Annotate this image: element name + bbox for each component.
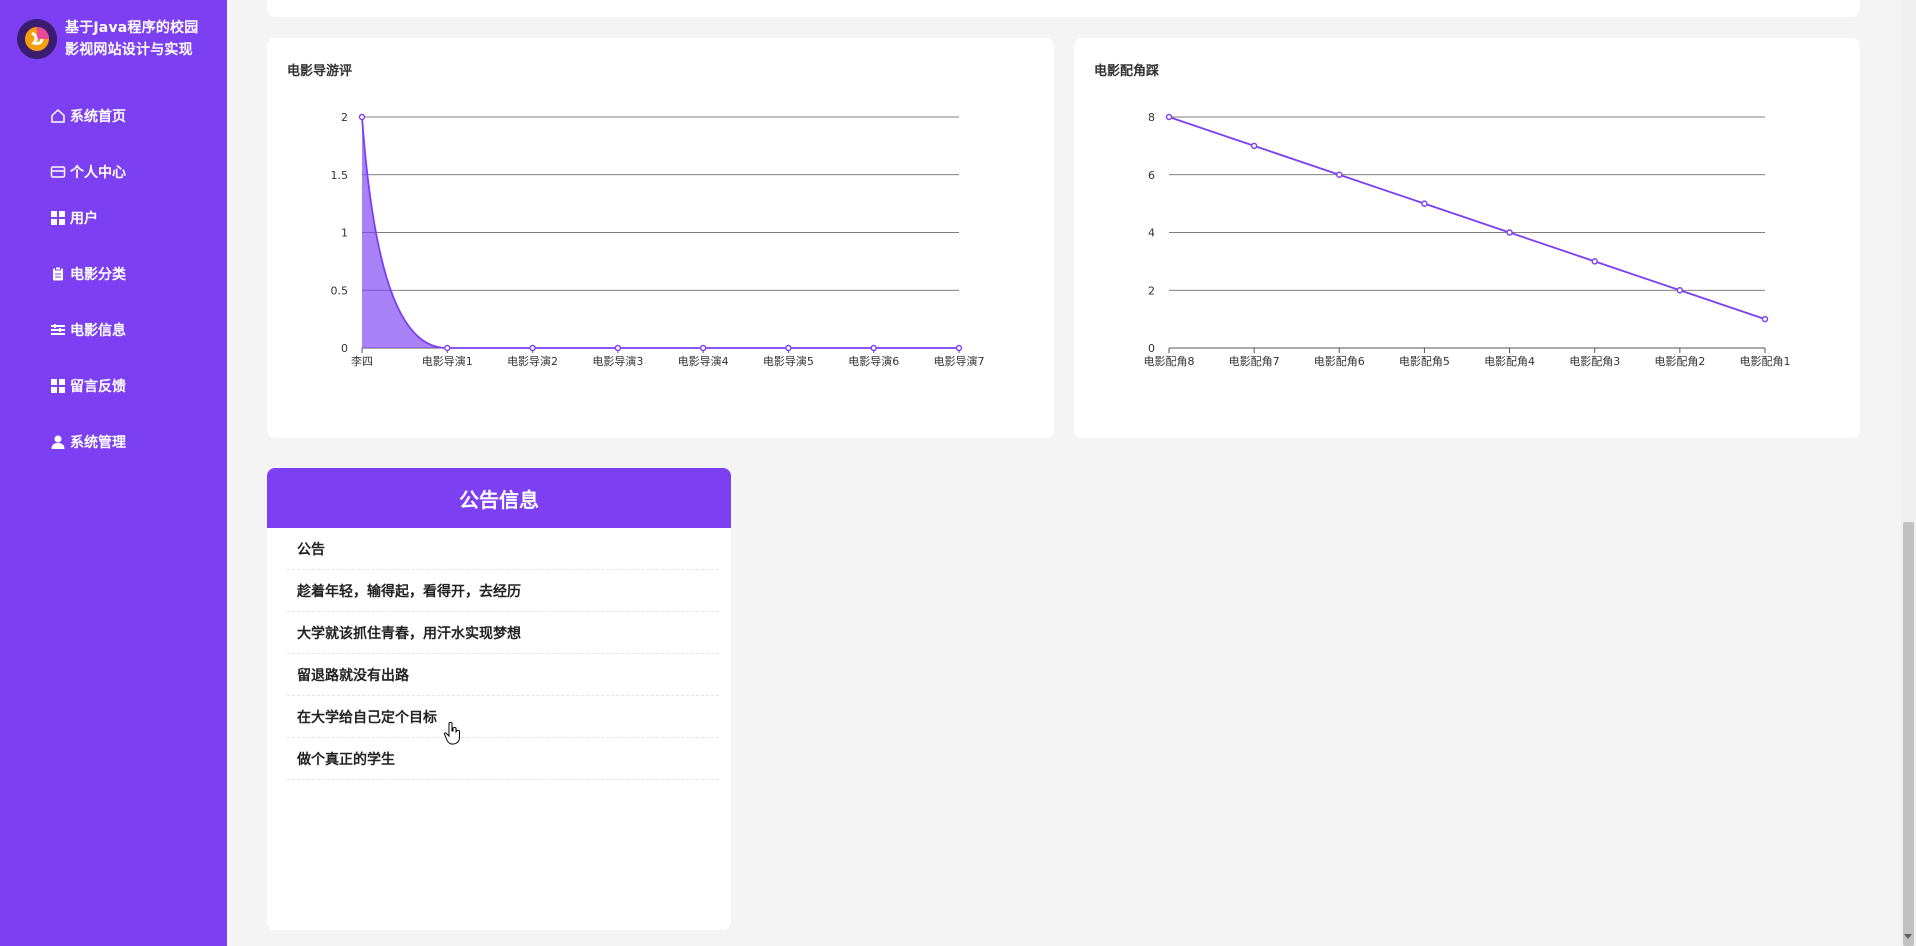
data-point	[955, 344, 963, 352]
logo-icon	[17, 19, 57, 59]
data-point	[1506, 229, 1513, 236]
app-title: 基于Java程序的校园 影视网站设计与实现	[65, 17, 215, 61]
sidebar-item-label: 用户	[70, 211, 98, 227]
x-tick-label: 电影导演2	[507, 354, 558, 368]
notice-item[interactable]: 公告	[287, 528, 719, 570]
data-point	[1250, 142, 1258, 150]
data-point	[1761, 315, 1769, 323]
x-tick-label: 电影导演7	[934, 354, 985, 368]
brand[interactable]: 基于Java程序的校园 影视网站设计与实现	[17, 17, 215, 61]
x-tick-label: 电影配角7	[1229, 355, 1280, 368]
sidebar-item-users[interactable]: 用户	[50, 206, 98, 230]
data-point	[444, 344, 451, 352]
y-tick-label: 1.5	[331, 169, 349, 182]
y-tick-label: 8	[1148, 111, 1155, 124]
x-tick-label: 电影配角6	[1314, 355, 1365, 368]
x-tick-label: 电影配角5	[1399, 355, 1450, 368]
data-point	[1336, 171, 1343, 178]
data-point	[699, 344, 707, 352]
sidebar-item-label: 系统管理	[70, 435, 126, 451]
chart-card-supporting-actor: 电影配角踩 0 2 4 6 8 电影配角8 电影配角7 电影配角6 电影配角5 电影配角4 电影配角…	[1074, 38, 1860, 438]
y-tick-label: 2	[1148, 284, 1155, 297]
data-point	[529, 344, 536, 352]
grid-icon	[50, 210, 66, 226]
app-title-line2: 影视网站设计与实现	[65, 42, 193, 58]
sidebar: 基于Java程序的校园 影视网站设计与实现 系统首页 个人中心 用户 电影分类 …	[0, 0, 227, 946]
sidebar-item-label: 电影分类	[70, 267, 126, 283]
sidebar-item-label: 电影信息	[70, 323, 126, 339]
y-tick-label: 0	[1148, 342, 1155, 355]
notice-card: 公告信息 公告 趁着年轻，输得起，看得开，去经历 大学就该抓住青春，用汗水实现梦…	[267, 468, 731, 930]
series-line	[1168, 116, 1766, 320]
area-chart: 0 0.5 1 1.5 2 李四 电影导演1 电影导演2 电影导演3 电影导演4 电影导演5 电影导演…	[331, 111, 985, 368]
y-tick-label: 0.5	[331, 284, 349, 297]
grid-icon	[50, 378, 66, 394]
x-tick-label: 电影导演1	[422, 354, 473, 368]
sidebar-item-label: 系统首页	[70, 109, 126, 125]
data-point	[358, 113, 366, 121]
sidebar-item-label: 留言反馈	[70, 379, 126, 395]
notice-header: 公告信息	[267, 468, 731, 528]
y-tick-label: 4	[1148, 227, 1155, 240]
data-point	[614, 344, 622, 352]
y-tick-label: 1	[341, 227, 348, 240]
sidebar-item-profile[interactable]: 个人中心	[50, 160, 126, 184]
user-icon	[50, 434, 66, 450]
x-tick-label: 电影配角3	[1569, 355, 1620, 368]
x-tick-label: 李四	[351, 354, 373, 368]
x-tick-label: 电影导演5	[763, 354, 814, 368]
y-tick-label: 0	[341, 342, 348, 355]
data-point	[785, 344, 792, 352]
hand-cursor-icon	[443, 722, 460, 745]
notice-item[interactable]: 趁着年轻，输得起，看得开，去经历	[287, 570, 719, 612]
x-tick-label: 电影配角8	[1144, 355, 1195, 368]
notice-item[interactable]: 大学就该抓住青春，用汗水实现梦想	[287, 612, 719, 654]
chart-card-director: 电影导游评 0 0.5 1 1.5 2 李四 电影导演1 电影导演2 电影导演3 电影导演4 电影导…	[267, 38, 1054, 438]
sidebar-item-feedback[interactable]: 留言反馈	[50, 374, 126, 398]
scrollbar-thumb[interactable]	[1903, 522, 1914, 946]
line-chart: 0 2 4 6 8 电影配角8 电影配角7 电影配角6 电影配角5 电影配角4 电影配角3 电影配角2…	[1144, 111, 1791, 368]
card-icon	[50, 164, 66, 180]
data-point	[870, 344, 877, 352]
sidebar-item-system-admin[interactable]: 系统管理	[50, 430, 126, 454]
data-point	[1165, 113, 1173, 121]
list-icon	[50, 322, 66, 338]
data-point	[1676, 287, 1684, 294]
sidebar-item-movie-info[interactable]: 电影信息	[50, 318, 126, 342]
x-tick-label: 电影导演6	[848, 354, 899, 368]
sidebar-item-movie-category[interactable]: 电影分类	[50, 262, 126, 286]
x-tick-label: 电影导演4	[678, 354, 729, 368]
scroll-down-arrow-icon[interactable]	[1904, 934, 1912, 939]
data-point	[1591, 258, 1598, 265]
x-tick-label: 电影导演3	[592, 354, 643, 368]
app-title-line1: 基于Java程序的校园	[65, 20, 199, 36]
clipboard-icon	[50, 266, 66, 282]
top-card-partial	[267, 0, 1860, 17]
notice-item[interactable]: 做个真正的学生	[287, 738, 719, 780]
notice-item[interactable]: 在大学给自己定个目标	[287, 696, 719, 738]
notice-item[interactable]: 留退路就没有出路	[287, 654, 719, 696]
y-tick-label: 2	[341, 111, 348, 124]
x-tick-label: 电影配角1	[1740, 355, 1791, 368]
x-tick-label: 电影配角4	[1484, 355, 1535, 368]
x-tick-label: 电影配角2	[1654, 355, 1705, 368]
y-tick-label: 6	[1148, 169, 1155, 182]
data-point	[1421, 200, 1428, 207]
sidebar-item-label: 个人中心	[70, 165, 126, 181]
sidebar-item-home[interactable]: 系统首页	[50, 104, 126, 128]
home-icon	[50, 108, 66, 124]
notice-list: 公告 趁着年轻，输得起，看得开，去经历 大学就该抓住青春，用汗水实现梦想 留退路…	[287, 528, 719, 780]
